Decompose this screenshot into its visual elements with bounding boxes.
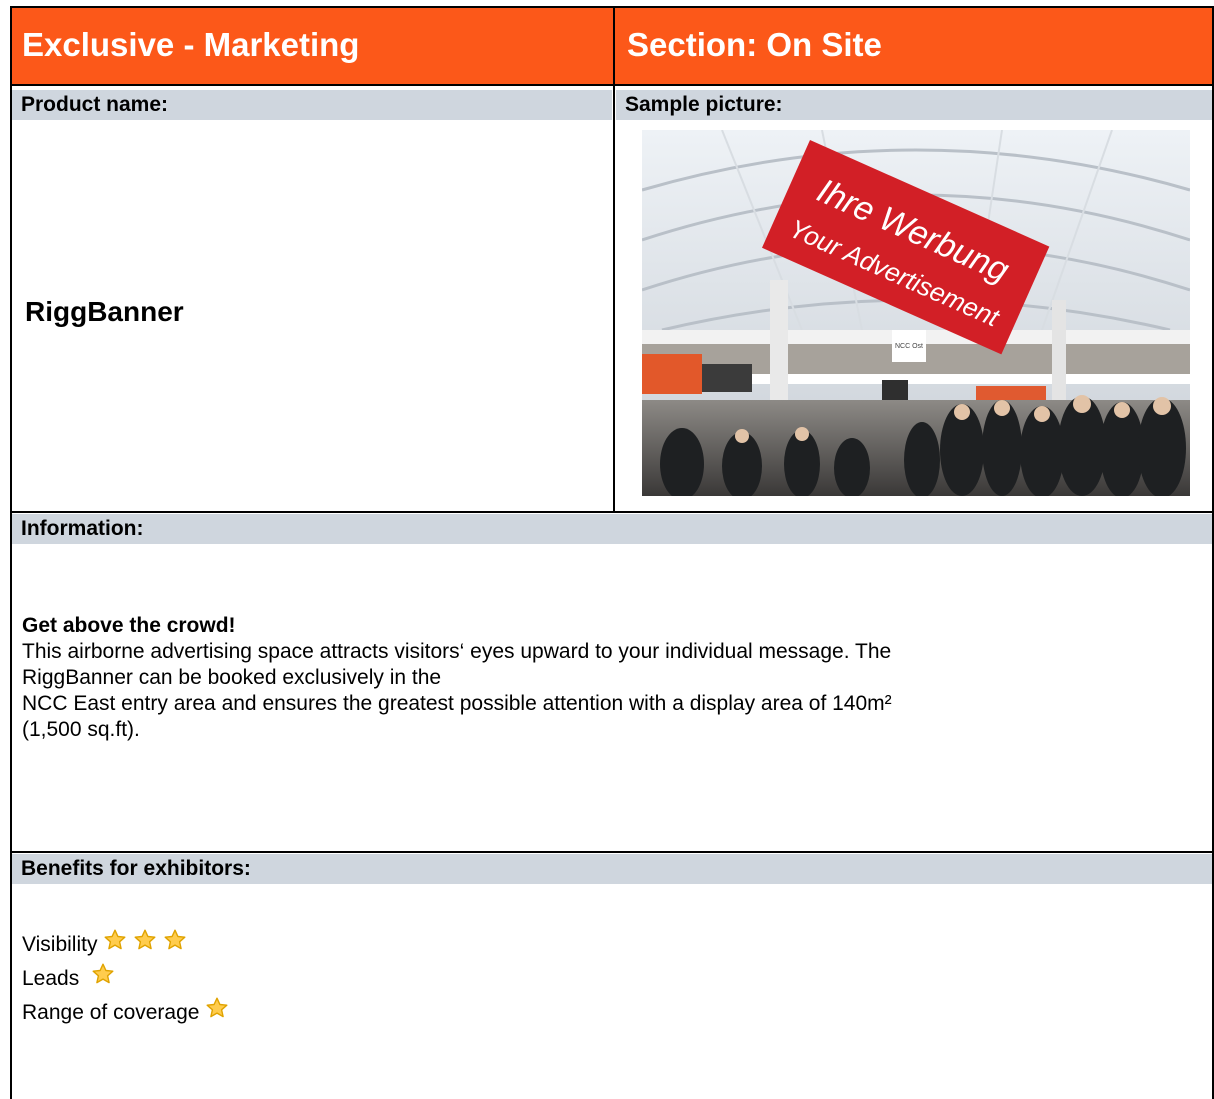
sample-picture: Ihre Werbung Your Advertisement NCC Ost (642, 130, 1190, 496)
star-icon (133, 928, 157, 952)
hall-sign-text: NCC Ost (895, 343, 923, 350)
information-line-2: RiggBanner can be booked exclusively in … (22, 666, 442, 689)
product-sheet: Exclusive - Marketing Section: On Site P… (10, 6, 1214, 1099)
benefit-visibility: Visibility (22, 928, 229, 962)
product-name: RiggBanner (25, 296, 184, 327)
information-text: Get above the crowd! This airborne adver… (22, 613, 1172, 743)
star-icon (103, 928, 127, 952)
benefits-label: Benefits for exhibitors: (12, 854, 1214, 884)
header-category-cell: Exclusive - Marketing (10, 6, 613, 84)
header-section-title: Section: On Site (627, 26, 882, 63)
benefit-leads: Leads (22, 962, 229, 996)
benefit-label: Leads (22, 967, 86, 990)
benefit-range-of-coverage: Range of coverage (22, 996, 229, 1030)
benefit-rating (85, 962, 115, 996)
benefits-list: Visibility Leads Range of coverage (22, 928, 229, 1030)
benefit-rating (199, 996, 229, 1030)
information-line-3: NCC East entry area and ensures the grea… (22, 692, 892, 715)
header-section-cell: Section: On Site (615, 6, 1214, 84)
table-row-divider (10, 511, 1214, 513)
table-column-divider (613, 6, 615, 512)
star-icon (91, 962, 115, 986)
header-category-title: Exclusive - Marketing (22, 26, 360, 63)
table-row-divider (10, 84, 1214, 86)
table-border-left (10, 6, 12, 1099)
table-row-divider (10, 851, 1214, 853)
sample-picture-label: Sample picture: (616, 90, 1214, 120)
star-icon (163, 928, 187, 952)
sample-picture-image: Ihre Werbung Your Advertisement NCC Ost (642, 130, 1190, 496)
information-line-4: (1,500 sq.ft). (22, 718, 140, 741)
information-label: Information: (12, 514, 1214, 544)
star-icon (205, 996, 229, 1020)
benefit-rating (97, 928, 187, 962)
benefit-label: Range of coverage (22, 1001, 200, 1024)
information-headline: Get above the crowd! (22, 614, 236, 637)
table-border-top (10, 6, 1214, 8)
benefit-label: Visibility (22, 933, 98, 956)
information-line-1: This airborne advertising space attracts… (22, 640, 892, 663)
product-name-label: Product name: (12, 90, 612, 120)
